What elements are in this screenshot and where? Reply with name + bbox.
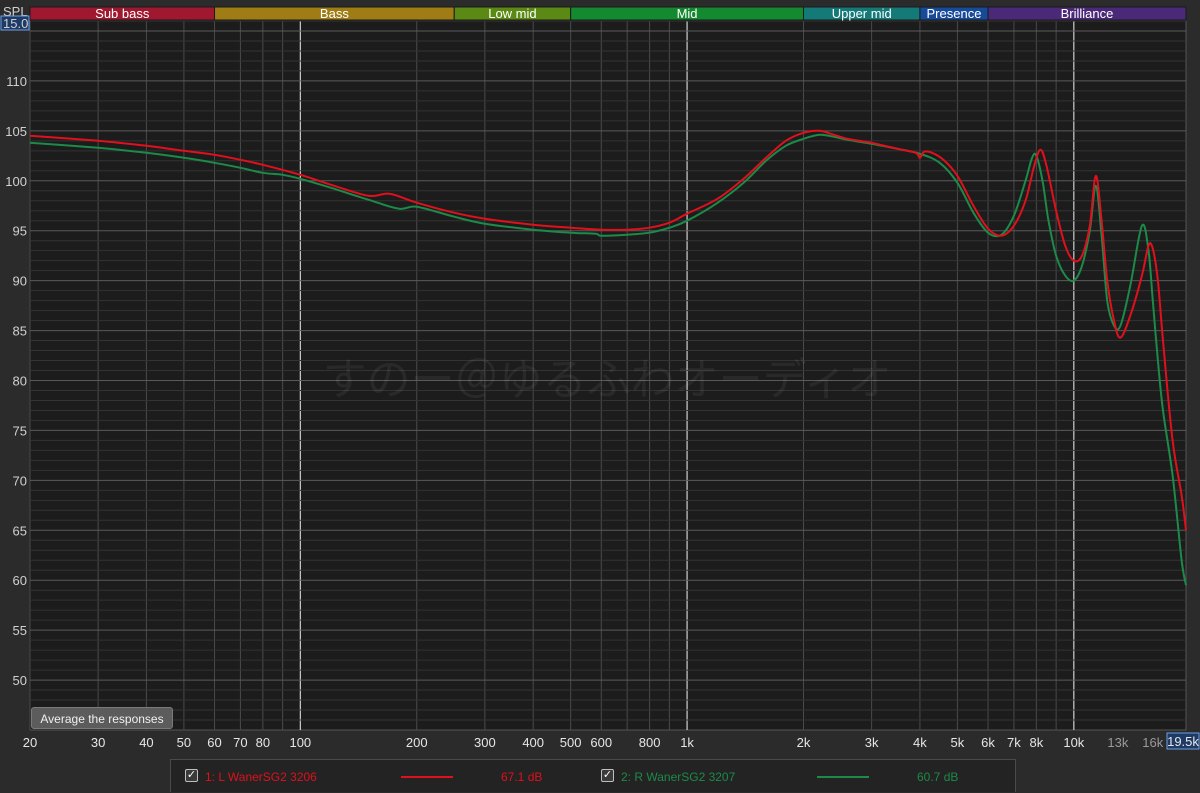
band-label-brilliance: Brilliance bbox=[1061, 6, 1114, 21]
y-tick-label: 95 bbox=[13, 224, 27, 239]
band-label-bass: Bass bbox=[320, 6, 349, 21]
frequency-response-chart: Sub bass Bass Low mid Mid Upper mid Presence B… bbox=[0, 4, 1200, 750]
average-responses-button[interactable]: Average the responses bbox=[31, 707, 173, 729]
legend-value-2: 60.7 dB bbox=[917, 770, 959, 784]
x-tick-label: 600 bbox=[590, 735, 612, 750]
x-tick-label: 70 bbox=[233, 735, 247, 750]
y-tick-label: 50 bbox=[13, 673, 27, 688]
y-tick-label: 60 bbox=[13, 573, 27, 588]
band-label-upper-mid: Upper mid bbox=[832, 6, 892, 21]
y-axis-ticks: 50 55 60 65 70 75 80 85 90 95 100 105 110 bbox=[5, 74, 27, 688]
band-label-sub-bass: Sub bass bbox=[95, 6, 150, 21]
x-tick-label: 30 bbox=[91, 735, 105, 750]
x-tick-label: 800 bbox=[639, 735, 661, 750]
legend-checkbox-2[interactable]: ✓ bbox=[601, 769, 614, 782]
y-tick-label: 110 bbox=[6, 74, 27, 89]
legend-swatch-2 bbox=[817, 776, 869, 778]
x-tick-label: 16k bbox=[1142, 735, 1163, 750]
x-right-value: 19.5k bbox=[1167, 734, 1199, 749]
x-tick-label: 7k bbox=[1007, 735, 1021, 750]
x-tick-label: 10k bbox=[1063, 735, 1084, 750]
legend-swatch-1 bbox=[401, 776, 453, 778]
y-tick-label: 70 bbox=[13, 473, 27, 488]
x-tick-label: 200 bbox=[406, 735, 428, 750]
y-tick-label: 55 bbox=[13, 623, 27, 638]
x-tick-label: 6k bbox=[981, 735, 995, 750]
x-tick-label: 3k bbox=[865, 735, 879, 750]
y-tick-label: 105 bbox=[5, 124, 27, 139]
x-tick-label: 5k bbox=[951, 735, 965, 750]
y-tick-label: 65 bbox=[13, 523, 27, 538]
x-tick-label: 400 bbox=[522, 735, 544, 750]
band-label-presence: Presence bbox=[927, 6, 982, 21]
x-axis-ticks: 20 30 40 50 60 70 80 100 200 300 400 500 600 800 1k 2k 3… bbox=[23, 735, 1164, 750]
x-tick-label: 60 bbox=[207, 735, 221, 750]
x-tick-label: 2k bbox=[797, 735, 811, 750]
watermark-text: すのー＠ゆるふわオーディオ bbox=[323, 355, 892, 404]
legend-name-1: 1: L WanerSG2 3206 bbox=[205, 770, 317, 784]
x-tick-label: 13k bbox=[1107, 735, 1128, 750]
x-tick-label: 20 bbox=[23, 735, 37, 750]
x-tick-label: 100 bbox=[289, 735, 311, 750]
legend-panel: ✓ 1: L WanerSG2 3206 67.1 dB ✓ 2: R Wane… bbox=[170, 759, 1016, 792]
y-top-value: 15.0 bbox=[3, 16, 28, 31]
legend-checkbox-1[interactable]: ✓ bbox=[185, 769, 198, 782]
x-tick-label: 50 bbox=[177, 735, 191, 750]
y-tick-label: 100 bbox=[5, 174, 27, 189]
legend-item-2: ✓ 2: R WanerSG2 3207 60.7 dB bbox=[591, 760, 1015, 793]
y-tick-label: 90 bbox=[13, 274, 27, 289]
band-label-low-mid: Low mid bbox=[488, 6, 536, 21]
x-tick-label: 8k bbox=[1029, 735, 1043, 750]
y-tick-label: 85 bbox=[13, 324, 27, 339]
x-tick-label: 80 bbox=[256, 735, 270, 750]
y-tick-label: 75 bbox=[13, 423, 27, 438]
x-tick-label: 4k bbox=[913, 735, 927, 750]
x-tick-label: 1k bbox=[680, 735, 694, 750]
x-tick-label: 500 bbox=[560, 735, 582, 750]
legend-value-1: 67.1 dB bbox=[501, 770, 543, 784]
x-tick-label: 40 bbox=[139, 735, 153, 750]
band-label-mid: Mid bbox=[677, 6, 698, 21]
legend-name-2: 2: R WanerSG2 3207 bbox=[621, 770, 736, 784]
x-tick-label: 300 bbox=[474, 735, 496, 750]
y-tick-label: 80 bbox=[13, 373, 27, 388]
legend-item-1: ✓ 1: L WanerSG2 3206 67.1 dB bbox=[171, 760, 591, 793]
frequency-bands: Sub bass Bass Low mid Mid Upper mid Presence B… bbox=[29, 6, 1187, 21]
